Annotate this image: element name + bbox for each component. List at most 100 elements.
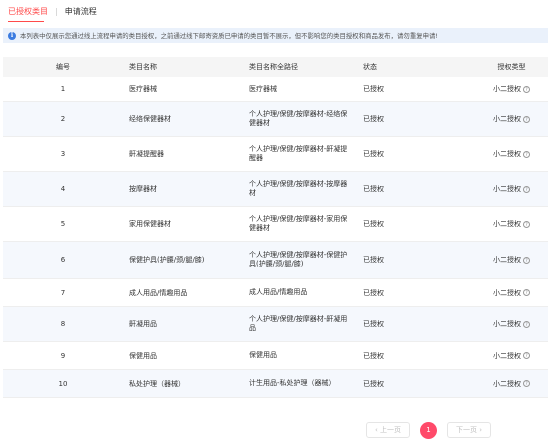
cell-id: 5: [60, 220, 66, 228]
auth-type-label: 小二授权: [493, 115, 521, 123]
header-path: 类目名称全路径: [249, 62, 298, 71]
cell-category-name: 保健用品: [129, 351, 157, 360]
cell-id: 2: [60, 115, 66, 123]
auth-type-label: 小二授权: [493, 220, 521, 228]
header-status: 状态: [363, 63, 377, 71]
cell-id: 8: [60, 320, 66, 328]
cell-id: 6: [60, 256, 66, 264]
cell-category-path: 个人护理/保健/按摩器材-家用保健器材: [249, 215, 348, 232]
cell-auth-type: 小二授权?: [475, 84, 548, 94]
cell-status: 已授权: [363, 150, 384, 158]
cell-category-name: 鼾凝用品: [129, 320, 157, 328]
cell-category-name: 鼾凝提醒器: [129, 150, 164, 158]
help-icon[interactable]: ?: [523, 352, 530, 359]
next-page-button[interactable]: 下一页 ›: [447, 422, 492, 438]
cell-category-path: 个人护理/保健/按摩器材-按摩器材: [249, 180, 348, 197]
current-page-button[interactable]: 1: [420, 421, 438, 439]
category-table: 编号 类目名称 类目名称全路径 状态 授权类型 1 医疗器械 医疗器械 已授权 小二授权…: [3, 57, 548, 398]
cell-status: 已授权: [363, 320, 384, 328]
cell-id: 3: [60, 150, 66, 158]
tab-application-process[interactable]: 申请流程: [65, 6, 97, 17]
cell-category-path: 个人护理/保健/按摩器材-经络保健器材: [249, 110, 348, 127]
cell-category-path: 成人用品/情趣用品: [249, 288, 308, 296]
active-tab-underline: [8, 21, 44, 22]
cell-category-name: 成人用品/情趣用品: [129, 288, 188, 297]
notice-banner: i 本列表中仅展示您通过线上流程申请的类目授权，之前通过线下邮寄资质已申请的类目…: [3, 28, 548, 43]
help-icon[interactable]: ?: [523, 85, 530, 93]
cell-status: 已授权: [363, 256, 384, 264]
cell-id: 7: [60, 288, 66, 297]
table-row: 6 保健护具(护腰/颈/腿/膝) 个人护理/保健/按摩器材-保健护具(护腰/颈/腿/…: [3, 242, 548, 279]
help-icon[interactable]: ?: [523, 320, 530, 328]
header-type: 授权类型: [497, 63, 526, 71]
cell-category-name: 私处护理（器械）: [129, 379, 185, 388]
cell-category-name: 经络保健器材: [129, 115, 171, 123]
header-name: 类目名称: [129, 63, 157, 71]
cell-status: 已授权: [363, 85, 384, 93]
table-row: 8 鼾凝用品 个人护理/保健/按摩器材-鼾凝用品 已授权 小二授权?: [3, 307, 548, 342]
cell-category-path: 计生用品-私处护理（器械）: [249, 379, 336, 387]
cell-category-path: 个人护理/保健/按摩器材-保健护具(护腰/颈/腿/膝): [249, 251, 348, 268]
auth-type-label: 小二授权: [493, 256, 521, 264]
auth-type-label: 小二授权: [493, 150, 521, 158]
tab-authorized-categories[interactable]: 已授权类目: [8, 6, 48, 17]
header-id: 编号: [56, 63, 70, 71]
tab-bar: 已授权类目 | 申请流程: [8, 0, 97, 22]
cell-auth-type: 小二授权?: [475, 288, 548, 298]
cell-category-path: 医疗器械: [249, 84, 277, 93]
cell-status: 已授权: [363, 185, 384, 193]
cell-category-name: 家用保健器材: [129, 220, 171, 228]
cell-status: 已授权: [363, 379, 384, 388]
table-row: 5 家用保健器材 个人护理/保健/按摩器材-家用保健器材 已授权 小二授权?: [3, 207, 548, 242]
cell-status: 已授权: [363, 351, 384, 360]
cell-auth-type: 小二授权?: [475, 184, 548, 194]
auth-type-label: 小二授权: [493, 320, 521, 328]
help-icon[interactable]: ?: [523, 256, 530, 264]
cell-auth-type: 小二授权?: [475, 149, 548, 159]
tab-separator: |: [55, 6, 58, 16]
pagination: ‹ 上一页 1 下一页 ›: [366, 421, 492, 439]
cell-category-path: 个人护理/保健/按摩器材-鼾凝提醒器: [249, 145, 348, 162]
notice-text: 本列表中仅展示您通过线上流程申请的类目授权，之前通过线下邮寄资质已申请的类目暂不…: [20, 32, 438, 40]
table-row: 7 成人用品/情趣用品 成人用品/情趣用品 已授权 小二授权?: [3, 279, 548, 307]
help-icon[interactable]: ?: [523, 220, 530, 228]
table-row: 2 经络保健器材 个人护理/保健/按摩器材-经络保健器材 已授权 小二授权?: [3, 102, 548, 137]
help-icon[interactable]: ?: [523, 380, 530, 387]
help-icon[interactable]: ?: [523, 115, 530, 123]
cell-category-name: 按摩器材: [129, 185, 157, 193]
cell-category-path: 个人护理/保健/按摩器材-鼾凝用品: [249, 315, 348, 332]
cell-auth-type: 小二授权?: [475, 319, 548, 329]
table-header: 编号 类目名称 类目名称全路径 状态 授权类型: [3, 57, 548, 77]
cell-category-name: 医疗器械: [129, 85, 157, 93]
table-row: 4 按摩器材 个人护理/保健/按摩器材-按摩器材 已授权 小二授权?: [3, 172, 548, 207]
auth-type-label: 小二授权: [493, 85, 521, 93]
prev-page-button[interactable]: ‹ 上一页: [366, 422, 411, 438]
table-row: 3 鼾凝提醒器 个人护理/保健/按摩器材-鼾凝提醒器 已授权 小二授权?: [3, 137, 548, 172]
cell-auth-type: 小二授权?: [475, 255, 548, 265]
cell-id: 1: [60, 85, 66, 93]
info-icon: i: [8, 31, 16, 40]
cell-category-path: 保健用品: [249, 351, 277, 359]
auth-type-label: 小二授权: [493, 351, 521, 360]
cell-auth-type: 小二授权?: [475, 219, 548, 229]
help-icon[interactable]: ?: [523, 150, 530, 158]
help-icon[interactable]: ?: [523, 289, 530, 296]
cell-id: 10: [58, 379, 68, 388]
auth-type-label: 小二授权: [493, 379, 521, 388]
cell-auth-type: 小二授权?: [475, 351, 548, 361]
cell-id: 4: [60, 185, 66, 193]
auth-type-label: 小二授权: [493, 288, 521, 297]
help-icon[interactable]: ?: [523, 185, 530, 193]
table-row: 1 医疗器械 医疗器械 已授权 小二授权?: [3, 77, 548, 102]
table-body: 1 医疗器械 医疗器械 已授权 小二授权? 2 经络保健器材 个人护理/保健/按摩器材-经络保…: [3, 77, 548, 398]
table-row: 9 保健用品 保健用品 已授权 小二授权?: [3, 342, 548, 370]
cell-status: 已授权: [363, 115, 384, 123]
cell-status: 已授权: [363, 288, 384, 297]
table-row: 10 私处护理（器械） 计生用品-私处护理（器械） 已授权 小二授权?: [3, 370, 548, 398]
cell-status: 已授权: [363, 220, 384, 228]
cell-category-name: 保健护具(护腰/颈/腿/膝): [129, 256, 205, 264]
auth-type-label: 小二授权: [493, 185, 521, 193]
cell-id: 9: [60, 351, 66, 360]
cell-auth-type: 小二授权?: [475, 114, 548, 124]
cell-auth-type: 小二授权?: [475, 379, 548, 389]
